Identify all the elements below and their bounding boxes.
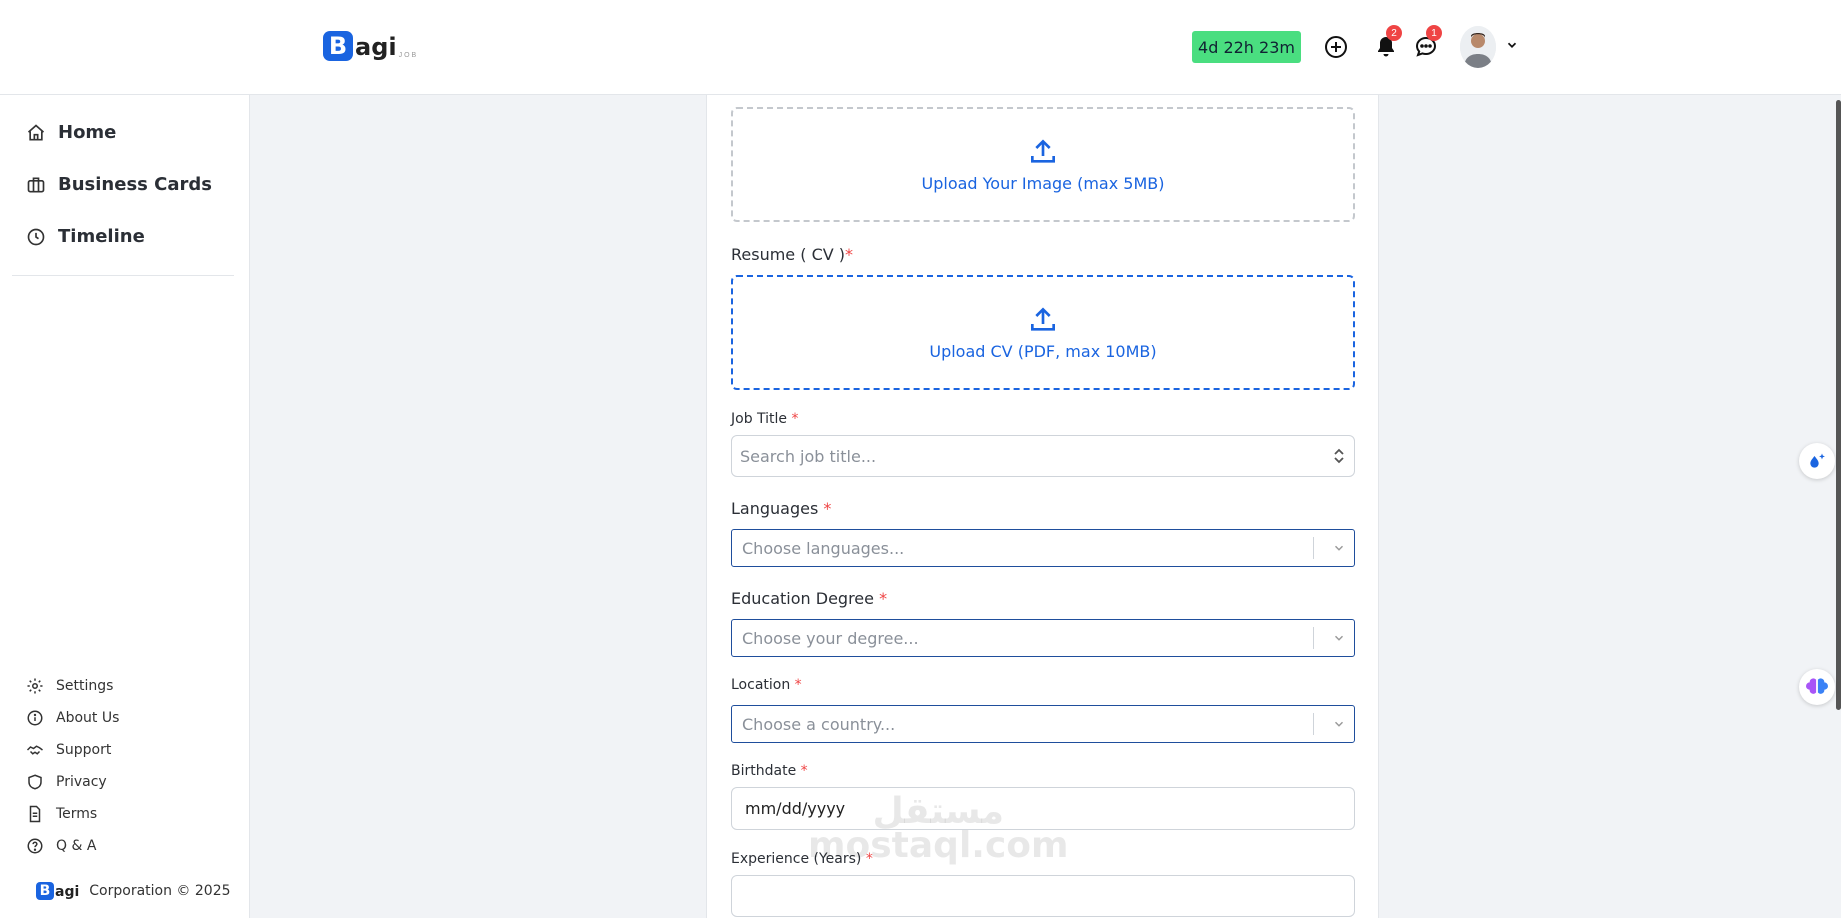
home-icon — [27, 123, 45, 140]
experience-input[interactable] — [731, 875, 1355, 917]
briefcase-icon — [27, 177, 45, 192]
chevron-down-icon — [1324, 717, 1354, 731]
sidebar-item-about-us[interactable]: About Us — [26, 709, 119, 727]
copyright-text: Corporation © 2025 — [89, 883, 231, 899]
job-title-combobox[interactable]: Search job title... — [731, 435, 1355, 477]
chevron-down-icon — [1324, 631, 1354, 645]
footer-logo-mark: B — [36, 882, 54, 900]
logo-subtext: JOB — [398, 52, 419, 59]
sidebar: Home Business Cards Timeline Settings Ab… — [0, 95, 250, 918]
languages-label-text: Languages — [731, 499, 819, 518]
education-label: Education Degree * — [731, 589, 887, 608]
sort-arrows-icon — [1324, 447, 1354, 465]
messages-badge: 1 — [1426, 25, 1442, 41]
languages-placeholder: Choose languages... — [742, 538, 905, 558]
job-title-label-text: Job Title — [731, 411, 788, 427]
handshake-icon — [26, 745, 43, 755]
messages-button[interactable]: 1 — [1412, 25, 1442, 61]
watermark: مستقل mostaql.com — [808, 791, 1069, 866]
add-button[interactable] — [1322, 33, 1350, 61]
brain-icon — [1806, 678, 1828, 694]
scrollbar[interactable] — [1836, 100, 1841, 710]
job-title-label: Job Title * — [731, 411, 799, 427]
required-mark: * — [794, 677, 802, 693]
document-icon — [29, 805, 41, 823]
location-label-text: Location — [731, 677, 791, 693]
image-upload-text: Upload Your Image (max 5MB) — [921, 174, 1165, 193]
avatar-image — [1460, 26, 1496, 68]
sidebar-item-label: Support — [56, 742, 112, 758]
required-mark: * — [791, 411, 799, 427]
footer-logo: B agi — [36, 882, 79, 900]
education-placeholder: Choose your degree... — [742, 628, 919, 648]
chevron-down-icon — [1324, 541, 1354, 555]
footer-logo-text: agi — [55, 884, 80, 900]
upload-icon — [1031, 307, 1055, 331]
required-mark: * — [823, 499, 832, 518]
cv-upload-dropzone[interactable]: Upload CV (PDF, max 10MB) — [731, 275, 1355, 390]
logo-text: agi — [355, 33, 397, 61]
location-label: Location * — [731, 677, 802, 693]
languages-label: Languages * — [731, 499, 831, 518]
bagi-logo[interactable]: B agi JOB — [323, 31, 418, 61]
sidebar-item-support[interactable]: Support — [26, 741, 111, 759]
profile-menu-toggle[interactable] — [1505, 38, 1519, 57]
sidebar-item-settings[interactable]: Settings — [26, 677, 113, 695]
info-icon — [27, 710, 43, 726]
required-mark: * — [879, 589, 888, 608]
sidebar-item-label: Business Cards — [58, 174, 212, 195]
sidebar-item-label: Settings — [56, 678, 114, 694]
required-mark: * — [845, 245, 854, 264]
watermark-arabic: مستقل — [872, 791, 1005, 832]
cv-upload-text: Upload CV (PDF, max 10MB) — [929, 342, 1157, 361]
notifications-badge: 2 — [1386, 25, 1402, 41]
sidebar-item-label: Privacy — [56, 774, 107, 790]
required-mark: * — [800, 763, 808, 779]
countdown-timer: 4d 22h 23m — [1192, 31, 1301, 63]
birthdate-label: Birthdate * — [731, 763, 808, 779]
sidebar-item-qa[interactable]: Q & A — [26, 837, 96, 855]
gear-icon — [27, 678, 43, 694]
location-placeholder: Choose a country... — [742, 714, 896, 734]
education-label-text: Education Degree — [731, 589, 874, 608]
sidebar-item-label: Terms — [56, 806, 98, 822]
sidebar-item-label: About Us — [56, 710, 120, 726]
sidebar-item-label: Q & A — [56, 838, 97, 854]
sidebar-footer: B agi Corporation © 2025 — [36, 882, 231, 900]
sidebar-divider — [12, 275, 234, 276]
upload-icon — [1031, 139, 1055, 163]
sidebar-item-privacy[interactable]: Privacy — [26, 773, 107, 791]
chevron-down-icon — [1507, 42, 1517, 48]
avatar[interactable] — [1460, 26, 1496, 68]
brain-assistant-button[interactable] — [1799, 669, 1835, 705]
languages-select[interactable]: Choose languages... — [731, 529, 1355, 567]
question-icon — [27, 838, 43, 854]
sparkle-drop-icon — [1810, 453, 1825, 468]
notifications-button[interactable]: 2 — [1372, 25, 1402, 61]
sidebar-item-label: Home — [58, 122, 117, 143]
watermark-latin: mostaql.com — [808, 825, 1069, 866]
select-separator — [1313, 537, 1314, 559]
birthdate-label-text: Birthdate — [731, 763, 797, 779]
sidebar-item-business-cards[interactable]: Business Cards — [26, 174, 212, 195]
resume-label-text: Resume ( CV ) — [731, 245, 846, 264]
image-upload-dropzone[interactable]: Upload Your Image (max 5MB) — [731, 107, 1355, 222]
sidebar-item-label: Timeline — [58, 226, 145, 247]
sidebar-item-timeline[interactable]: Timeline — [26, 226, 145, 247]
top-header: B agi JOB 4d 22h 23m 2 1 — [0, 0, 1841, 95]
ai-assist-button[interactable] — [1799, 443, 1835, 479]
plus-circle-icon — [1325, 36, 1347, 58]
sidebar-item-terms[interactable]: Terms — [26, 805, 97, 823]
education-select[interactable]: Choose your degree... — [731, 619, 1355, 657]
resume-label: Resume ( CV )* — [731, 245, 853, 264]
select-separator — [1313, 627, 1314, 649]
job-title-placeholder: Search job title... — [740, 446, 877, 466]
sidebar-item-home[interactable]: Home — [26, 122, 116, 143]
logo-mark: B — [323, 31, 353, 61]
select-separator — [1313, 713, 1314, 735]
clock-icon — [27, 228, 45, 245]
location-select[interactable]: Choose a country... — [731, 705, 1355, 743]
shield-icon — [28, 774, 42, 790]
